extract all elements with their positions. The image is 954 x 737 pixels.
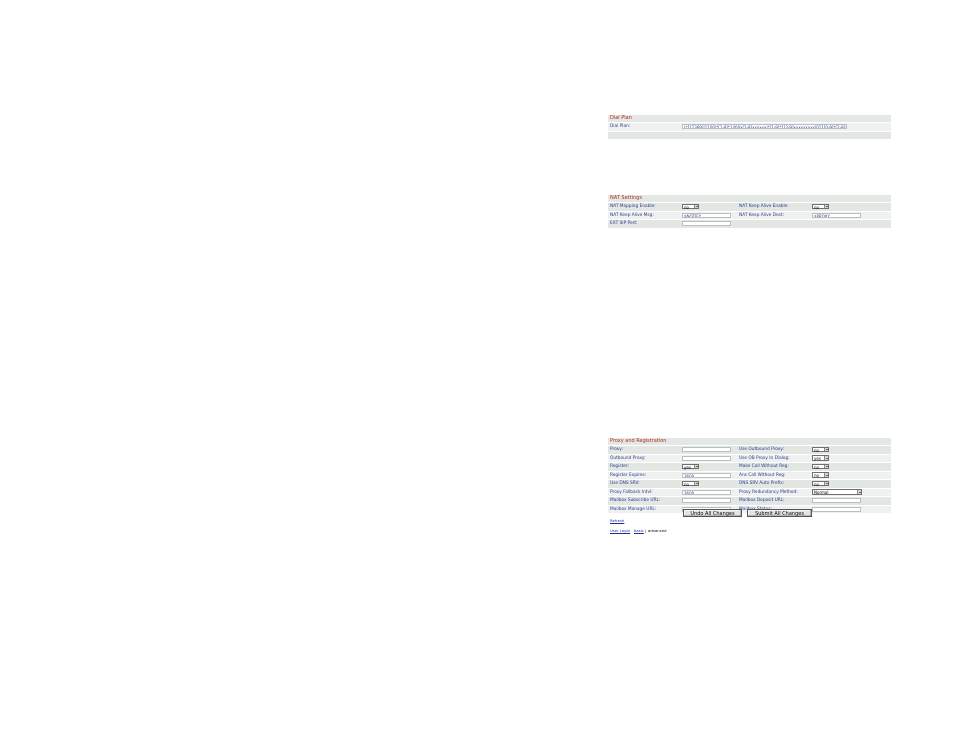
register-expires-input[interactable]: 3600 <box>682 472 731 478</box>
chevron-down-icon <box>856 490 861 494</box>
nat-settings-title: NAT Settings <box>608 195 891 203</box>
user-login-link[interactable]: User Login <box>610 528 630 533</box>
chevron-down-icon <box>823 204 828 209</box>
nat-row: NAT Keep Alive Msg: $NOTIFY NAT Keep Ali… <box>608 211 891 220</box>
use-ob-proxy-in-dialog-label: Use OB Proxy In Dialog: <box>739 455 790 461</box>
use-outbound-proxy-label: Use Outbound Proxy: <box>739 447 784 452</box>
nat-keep-alive-enable-label: NAT Keep Alive Enable: <box>739 204 789 209</box>
dns-srv-auto-prefix-label: DNS SRV Auto Prefix: <box>739 481 785 486</box>
chevron-down-icon <box>823 447 828 452</box>
undo-all-changes-button[interactable]: Undo All Changes <box>683 509 742 517</box>
use-dns-srv-label: Use DNS SRV: <box>610 481 640 486</box>
chevron-down-icon <box>693 464 698 469</box>
ext-sip-port-label: EXT SIP Port: <box>610 221 638 226</box>
proxy-row: Proxy Fallback Intvl: 3600 Proxy Redunda… <box>608 488 891 497</box>
dial-plan-panel: Dial Plan Dial Plan: (*1[2369]|1100|*[1-… <box>608 115 891 140</box>
use-dns-srv-select[interactable]: no <box>682 480 699 487</box>
dns-srv-auto-prefix-select[interactable]: no <box>812 480 829 487</box>
use-ob-proxy-in-dialog-select[interactable]: yes <box>812 455 829 461</box>
nat-mapping-enable-label: NAT Mapping Enable: <box>610 204 656 209</box>
chevron-down-icon <box>823 464 828 469</box>
proxy-row: Use DNS SRV: no DNS SRV Auto Prefix: no <box>608 480 891 489</box>
chevron-down-icon <box>823 456 828 460</box>
outbound-proxy-input[interactable] <box>682 455 731 461</box>
make-call-without-reg-select[interactable]: no <box>812 463 829 470</box>
nat-settings-panel: NAT Settings NAT Mapping Enable: no NAT … <box>608 195 891 229</box>
chevron-down-icon <box>693 204 698 209</box>
nat-row: EXT SIP Port: <box>608 220 891 229</box>
make-call-without-reg-label: Make Call Without Reg: <box>739 464 789 469</box>
dial-plan-label: Dial Plan: <box>610 124 631 129</box>
submit-all-changes-button[interactable]: Submit All Changes <box>747 509 812 517</box>
advanced-label: advanced <box>648 528 667 533</box>
proxy-input[interactable] <box>682 447 731 452</box>
basic-link[interactable]: basic <box>634 528 644 533</box>
proxy-row: Register: yes Make Call Without Reg: no <box>608 463 891 472</box>
proxy-label: Proxy: <box>610 447 623 452</box>
dial-plan-title: Dial Plan <box>608 115 891 123</box>
nat-keep-alive-dest-input[interactable]: $PROXY <box>812 212 861 218</box>
outbound-proxy-label: Outbound Proxy: <box>610 455 646 461</box>
mailbox-deposit-url-label: Mailbox Deposit URL: <box>739 498 785 503</box>
mailbox-subscribe-url-input[interactable] <box>682 498 731 503</box>
dial-plan-input[interactable]: (*1[2369]|1100|*[1-9]*1400x[2-9]xxxxxx|*… <box>682 124 847 129</box>
ans-call-without-reg-label: Ans Call Without Reg: <box>739 472 786 478</box>
mailbox-deposit-url-input[interactable] <box>812 498 861 503</box>
register-select[interactable]: yes <box>682 463 699 470</box>
chevron-down-icon <box>693 481 698 486</box>
refresh-link[interactable]: Refresh <box>610 518 624 523</box>
proxy-row: Mailbox Subscribe URL: Mailbox Deposit U… <box>608 497 891 506</box>
chevron-down-icon <box>823 473 828 477</box>
nat-keep-alive-msg-label: NAT Keep Alive Msg: <box>610 212 654 218</box>
proxy-redundancy-method-select[interactable]: Normal <box>812 489 862 495</box>
ext-sip-port-input[interactable] <box>682 221 731 226</box>
proxy-row: Outbound Proxy: Use OB Proxy In Dialog: … <box>608 454 891 463</box>
ans-call-without-reg-select[interactable]: no <box>812 472 829 478</box>
proxy-registration-title: Proxy and Registration <box>608 438 891 446</box>
dial-plan-spacer-row <box>608 131 891 140</box>
chevron-down-icon <box>823 481 828 486</box>
proxy-row: Register Expires: 3600 Ans Call Without … <box>608 471 891 480</box>
proxy-row: Proxy: Use Outbound Proxy: no <box>608 446 891 455</box>
proxy-redundancy-method-label: Proxy Redundancy Method: <box>739 489 798 495</box>
proxy-registration-panel: Proxy and Registration Proxy: Use Outbou… <box>608 438 891 514</box>
mailbox-manage-url-label: Mailbox Manage URL: <box>610 506 657 512</box>
mailbox-status-input[interactable] <box>812 506 861 512</box>
proxy-fallback-intvl-input[interactable]: 3600 <box>682 489 731 495</box>
dial-plan-row: Dial Plan: (*1[2369]|1100|*[1-9]*1400x[2… <box>608 123 891 132</box>
proxy-fallback-intvl-label: Proxy Fallback Intvl: <box>610 489 653 495</box>
use-outbound-proxy-select[interactable]: no <box>812 446 829 453</box>
nat-mapping-enable-select[interactable]: no <box>682 203 699 210</box>
register-expires-label: Register Expires: <box>610 472 647 478</box>
register-label: Register: <box>610 464 630 469</box>
nat-row: NAT Mapping Enable: no NAT Keep Alive En… <box>608 203 891 212</box>
nat-keep-alive-msg-input[interactable]: $NOTIFY <box>682 212 731 218</box>
nat-keep-alive-enable-select[interactable]: no <box>812 203 829 210</box>
footer-separator: | <box>645 528 647 533</box>
mailbox-subscribe-url-label: Mailbox Subscribe URL: <box>610 498 661 503</box>
nat-keep-alive-dest-label: NAT Keep Alive Dest: <box>739 212 784 218</box>
